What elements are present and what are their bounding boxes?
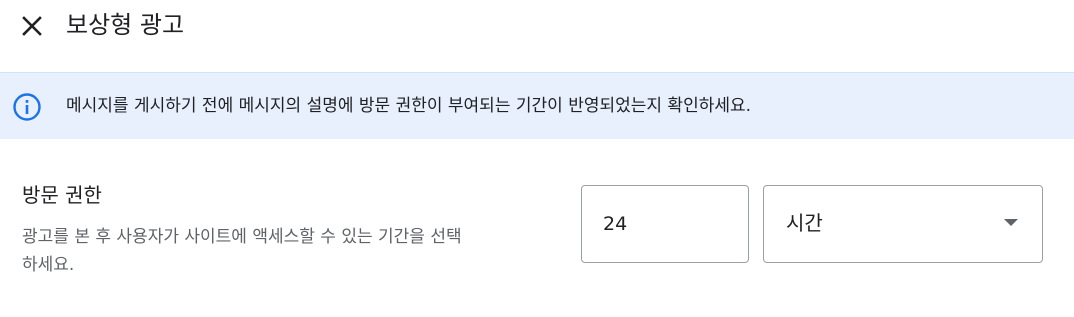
dialog-header: 보상형 광고 bbox=[0, 0, 1074, 52]
duration-input[interactable] bbox=[581, 185, 749, 263]
dialog-title: 보상형 광고 bbox=[66, 11, 185, 39]
access-duration-help: 광고를 본 후 사용자가 사이트에 액세스할 수 있는 기간을 선택하세요. bbox=[22, 227, 462, 275]
access-duration-label: 방문 권한 bbox=[22, 183, 102, 207]
info-banner-text: 메시지를 게시하기 전에 메시지의 설명에 방문 권한이 부여되는 기간이 반영… bbox=[66, 96, 752, 116]
info-banner: 메시지를 게시하기 전에 메시지의 설명에 방문 권한이 부여되는 기간이 반영… bbox=[0, 72, 1074, 139]
info-icon bbox=[13, 93, 41, 121]
close-icon bbox=[22, 16, 42, 36]
duration-unit-value: 시간 bbox=[786, 211, 823, 235]
close-button[interactable] bbox=[14, 8, 50, 44]
duration-unit-select[interactable]: 시간 bbox=[763, 185, 1043, 263]
chevron-down-icon bbox=[1004, 219, 1018, 226]
